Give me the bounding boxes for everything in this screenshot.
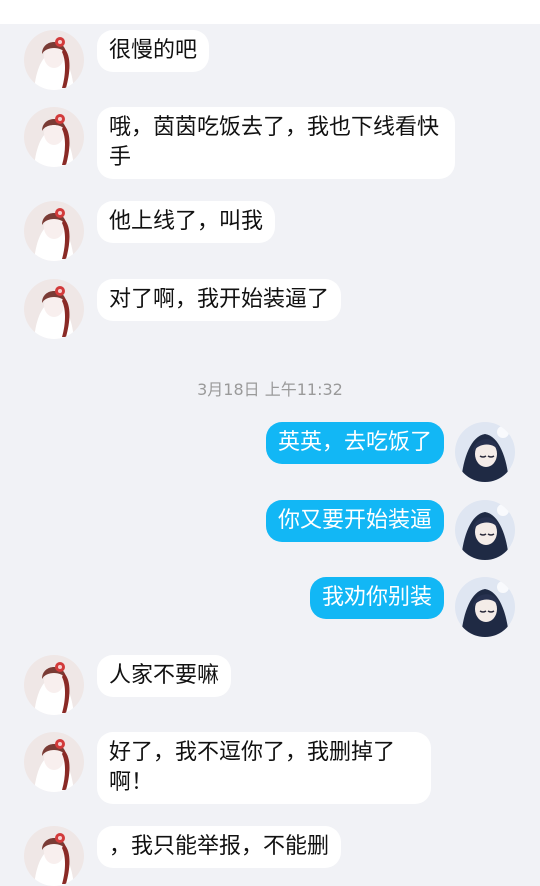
contact-avatar-icon[interactable] bbox=[24, 826, 84, 886]
self-avatar-icon[interactable] bbox=[455, 422, 515, 482]
incoming-message-bubble[interactable]: ，我只能举报，不能删 bbox=[97, 826, 342, 868]
top-bar-strip bbox=[0, 0, 540, 24]
message-timestamp: 3月18日 上午11:32 bbox=[197, 380, 343, 399]
incoming-message-bubble[interactable]: 对了啊，我开始装逼了 bbox=[97, 279, 342, 321]
incoming-message-bubble[interactable]: 他上线了，叫我 bbox=[97, 201, 276, 243]
outgoing-message-bubble[interactable]: 你又要开始装逼 bbox=[265, 500, 444, 542]
incoming-message-bubble[interactable]: 很慢的吧 bbox=[97, 30, 210, 72]
contact-avatar-icon[interactable] bbox=[24, 201, 84, 261]
contact-avatar-icon[interactable] bbox=[24, 30, 84, 90]
incoming-message-bubble[interactable]: 人家不要嘛 bbox=[97, 655, 232, 697]
contact-avatar-icon[interactable] bbox=[24, 732, 84, 792]
self-avatar-icon[interactable] bbox=[455, 500, 515, 560]
incoming-message-bubble[interactable]: 好了，我不逗你了，我删掉了啊！ bbox=[97, 732, 431, 804]
contact-avatar-icon[interactable] bbox=[24, 107, 84, 167]
outgoing-message-bubble[interactable]: 我劝你别装 bbox=[309, 577, 444, 619]
contact-avatar-icon[interactable] bbox=[24, 279, 84, 339]
incoming-message-bubble[interactable]: 哦，茵茵吃饭去了，我也下线看快手 bbox=[97, 107, 455, 179]
contact-avatar-icon[interactable] bbox=[24, 655, 84, 715]
self-avatar-icon[interactable] bbox=[455, 577, 515, 637]
outgoing-message-bubble[interactable]: 英英，去吃饭了 bbox=[265, 422, 444, 464]
